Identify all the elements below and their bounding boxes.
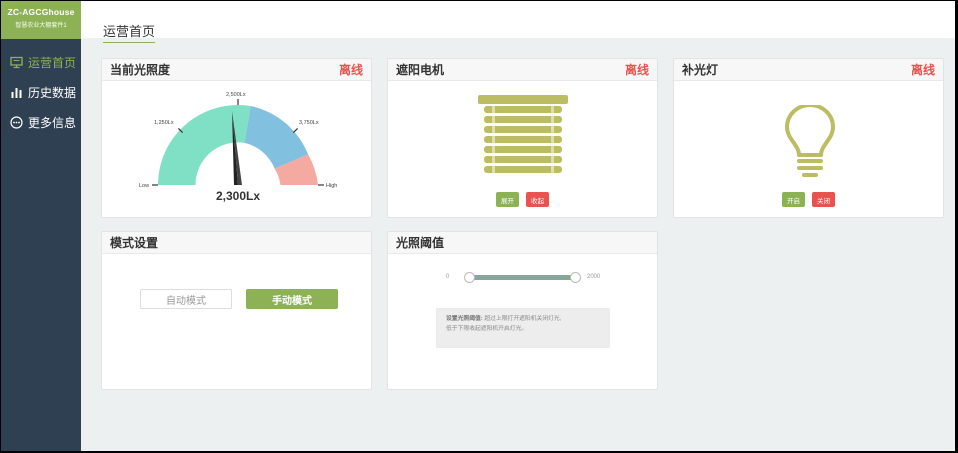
light-gauge: Low 1,250Lx 2,500Lx 3,750Lx High 2,300Lx	[139, 92, 337, 203]
card-title: 遮阳电机	[396, 63, 445, 77]
gauge-tick-label: Low	[139, 183, 149, 189]
status-badge: 离线	[338, 63, 363, 77]
sidebar-item-label: 历史数据	[28, 85, 77, 100]
more-icon	[9, 115, 23, 129]
shade-motor-card: 遮阳电机 离线 展开 收起	[387, 58, 658, 218]
threshold-slider-track[interactable]	[466, 275, 576, 280]
app-title: ZC-AGCGhouse	[7, 7, 75, 17]
sidebar: ZC-AGCGhouse 智慧农业大棚套件1 运营首页 历史数据 更多信息	[1, 1, 81, 451]
light-bulb-icon	[785, 105, 835, 177]
sidebar-item-more[interactable]: 更多信息	[1, 107, 81, 137]
tip-title: 设置光照阈值:	[446, 316, 483, 322]
slider-min-label: 0	[446, 274, 450, 280]
monitor-icon	[9, 55, 23, 69]
threshold-card: 光照阈值 0 2000 设置光照阈值: 超过上限打开遮阳机关闭灯光, 低于下限收…	[387, 231, 658, 390]
close-shade-button[interactable]: 收起	[526, 192, 549, 207]
lamp-off-button[interactable]: 关闭	[812, 192, 835, 207]
slider-upper-handle[interactable]	[570, 272, 581, 283]
app-subtitle: 智慧农业大棚套件1	[15, 23, 67, 29]
auto-mode-button[interactable]: 自动模式	[140, 289, 232, 309]
top-bar: 运营首页	[81, 1, 955, 43]
status-badge: 离线	[910, 63, 935, 77]
card-header: 补光灯 离线	[674, 59, 943, 81]
card-title: 光照阈值	[396, 236, 445, 250]
light-card: 当前光照度 离线 Low 1,250Lx 2,500Lx 3,750Lx Hig…	[101, 58, 372, 218]
gauge-reading: 2,300Lx	[216, 189, 260, 203]
sidebar-item-history[interactable]: 历史数据	[1, 77, 81, 107]
card-header: 模式设置	[102, 232, 371, 254]
card-header: 遮阳电机 离线	[388, 59, 657, 81]
fill-lamp-card: 补光灯 离线 开启 关闭	[673, 58, 944, 218]
app-window: ZC-AGCGhouse 智慧农业大棚套件1 运营首页 历史数据 更多信息 运营…	[1, 1, 955, 451]
gauge-tick-label: High	[326, 183, 337, 189]
blinds-icon	[478, 95, 568, 174]
threshold-tip: 设置光照阈值: 超过上限打开遮阳机关闭灯光, 低于下限收起遮阳机开启灯光。	[436, 308, 610, 348]
sidebar-item-label: 运营首页	[28, 55, 77, 70]
lamp-on-button[interactable]: 开启	[782, 192, 805, 207]
card-header: 光照阈值	[388, 232, 657, 254]
slider-max-label: 2000	[587, 274, 601, 280]
card-title: 当前光照度	[110, 63, 171, 77]
tip-line: 低于下限收起遮阳机开启灯光。	[446, 326, 528, 332]
brand: ZC-AGCGhouse 智慧农业大棚套件1	[1, 1, 81, 39]
gauge-tick-label: 3,750Lx	[299, 120, 319, 126]
status-badge: 离线	[624, 63, 649, 77]
bar-chart-icon	[9, 85, 23, 99]
gauge-tick-label: 1,250Lx	[154, 120, 174, 126]
gauge-tick-label: 2,500Lx	[226, 92, 246, 98]
tip-line: 超过上限打开遮阳机关闭灯光,	[484, 316, 562, 322]
card-header: 当前光照度 离线	[102, 59, 371, 81]
sidebar-nav: 运营首页 历史数据 更多信息	[1, 47, 81, 137]
card-title: 模式设置	[110, 236, 159, 250]
sidebar-item-label: 更多信息	[28, 115, 77, 130]
slider-lower-handle[interactable]	[464, 272, 475, 283]
manual-mode-button[interactable]: 手动模式	[246, 289, 338, 309]
open-shade-button[interactable]: 展开	[496, 192, 519, 207]
card-title: 补光灯	[682, 63, 719, 77]
sidebar-item-home[interactable]: 运营首页	[1, 47, 81, 77]
mode-card: 模式设置 自动模式 手动模式	[101, 231, 372, 390]
page-title: 运营首页	[103, 21, 156, 43]
